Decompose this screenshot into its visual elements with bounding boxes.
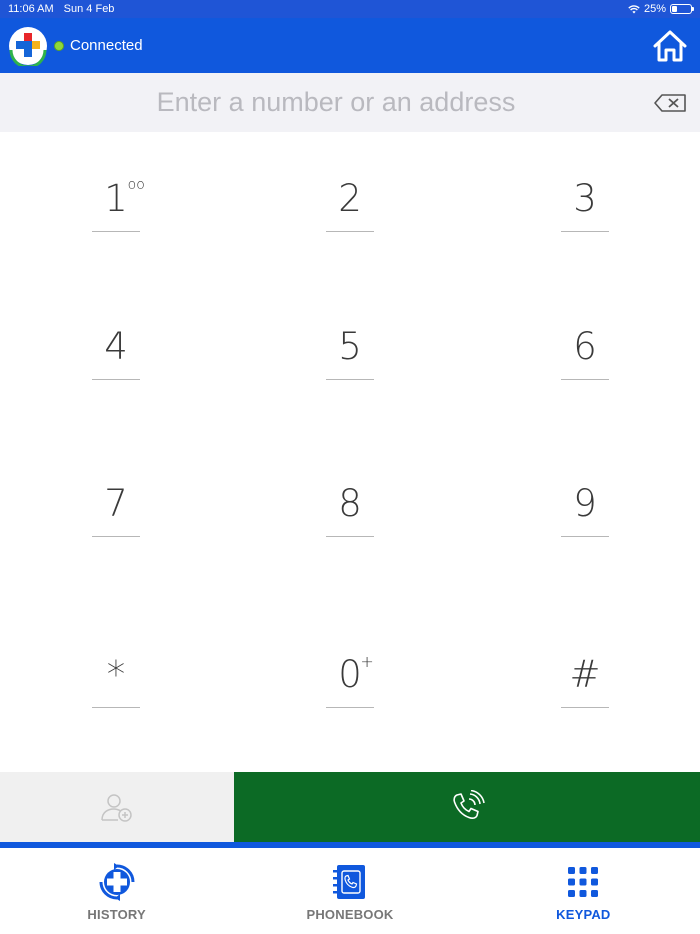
key-underline [326,707,374,708]
battery-fill [672,6,677,12]
key-label: 9 [573,482,597,525]
key-underline [92,379,140,380]
status-time: 11:06 AM [8,3,54,15]
tab-bar: HISTORY PHONEBOOK KEYPAD [0,848,700,934]
app-header: Connected [0,18,700,73]
voicemail-icon: oo [127,177,145,193]
phonebook-icon [332,865,365,899]
tab-label: HISTORY [87,907,146,922]
key-8[interactable]: 8 [270,437,430,537]
keypad: 1 oo 2 3 4 5 6 7 8 9 * 0 + # [0,132,700,772]
dialer-app: 11:06 AM Sun 4 Feb 25% Connected Enter a… [0,0,700,934]
key-label: 1 oo [104,177,145,220]
tab-icon [330,862,370,902]
key-1[interactable]: 1 oo [36,132,196,232]
key-label: 7 [104,482,128,525]
status-right: 25% [628,3,694,15]
backspace-icon [654,93,686,112]
tab-label: KEYPAD [556,907,611,922]
action-row [0,772,700,842]
call-button[interactable] [234,772,700,842]
key-label: 4 [104,325,128,368]
key-label: 5 [338,325,362,368]
key-label: # [569,653,601,696]
key-label: 6 [573,325,597,368]
number-input-bar [0,73,700,132]
battery-icon [670,4,694,14]
key-label: * [106,653,126,696]
cross-logo-icon [9,26,47,66]
key-underline [92,707,140,708]
tab-phonebook[interactable]: PHONEBOOK [233,848,466,934]
add-contact-icon [101,794,132,822]
key-underline [561,231,609,232]
key-underline [561,379,609,380]
home-button[interactable] [650,26,690,66]
key-underline [326,379,374,380]
key-label: 8 [338,482,362,525]
tab-icon [97,862,137,902]
key-hash[interactable]: # [505,608,665,708]
key-label: 2 [338,177,362,220]
key-underline [561,536,609,537]
key-underline [561,707,609,708]
key-0[interactable]: 0 + [270,608,430,708]
home-icon [653,30,687,61]
key-star[interactable]: * [36,608,196,708]
key-2[interactable]: 2 [270,132,430,232]
key-4[interactable]: 4 [36,280,196,380]
backspace-button[interactable] [640,73,700,132]
status-date: Sun 4 Feb [63,3,115,15]
tab-history[interactable]: HISTORY [0,848,233,934]
connection-status-dot [54,40,64,51]
connection-status: Connected [70,37,143,54]
key-underline [92,536,140,537]
key-underline [326,536,374,537]
number-input[interactable] [0,73,640,132]
wifi-icon [628,5,640,14]
key-underline [326,231,374,232]
key-label: 0 + [338,652,374,696]
plus-superscript: + [360,652,374,671]
key-7[interactable]: 7 [36,437,196,537]
tab-icon [563,862,603,902]
tab-keypad[interactable]: KEYPAD [467,848,700,934]
battery-percent: 25% [643,3,666,15]
key-3[interactable]: 3 [505,132,665,232]
tab-label: PHONEBOOK [306,907,394,922]
key-underline [92,231,140,232]
key-5[interactable]: 5 [270,280,430,380]
key-6[interactable]: 6 [505,280,665,380]
add-contact-button[interactable] [0,772,234,842]
status-bar: 11:06 AM Sun 4 Feb 25% [0,0,700,18]
key-label: 3 [573,177,597,220]
status-left: 11:06 AM Sun 4 Feb [8,3,114,15]
phone-call-icon [453,790,485,819]
key-9[interactable]: 9 [505,437,665,537]
keypad-icon [568,867,599,897]
history-icon [99,863,135,901]
